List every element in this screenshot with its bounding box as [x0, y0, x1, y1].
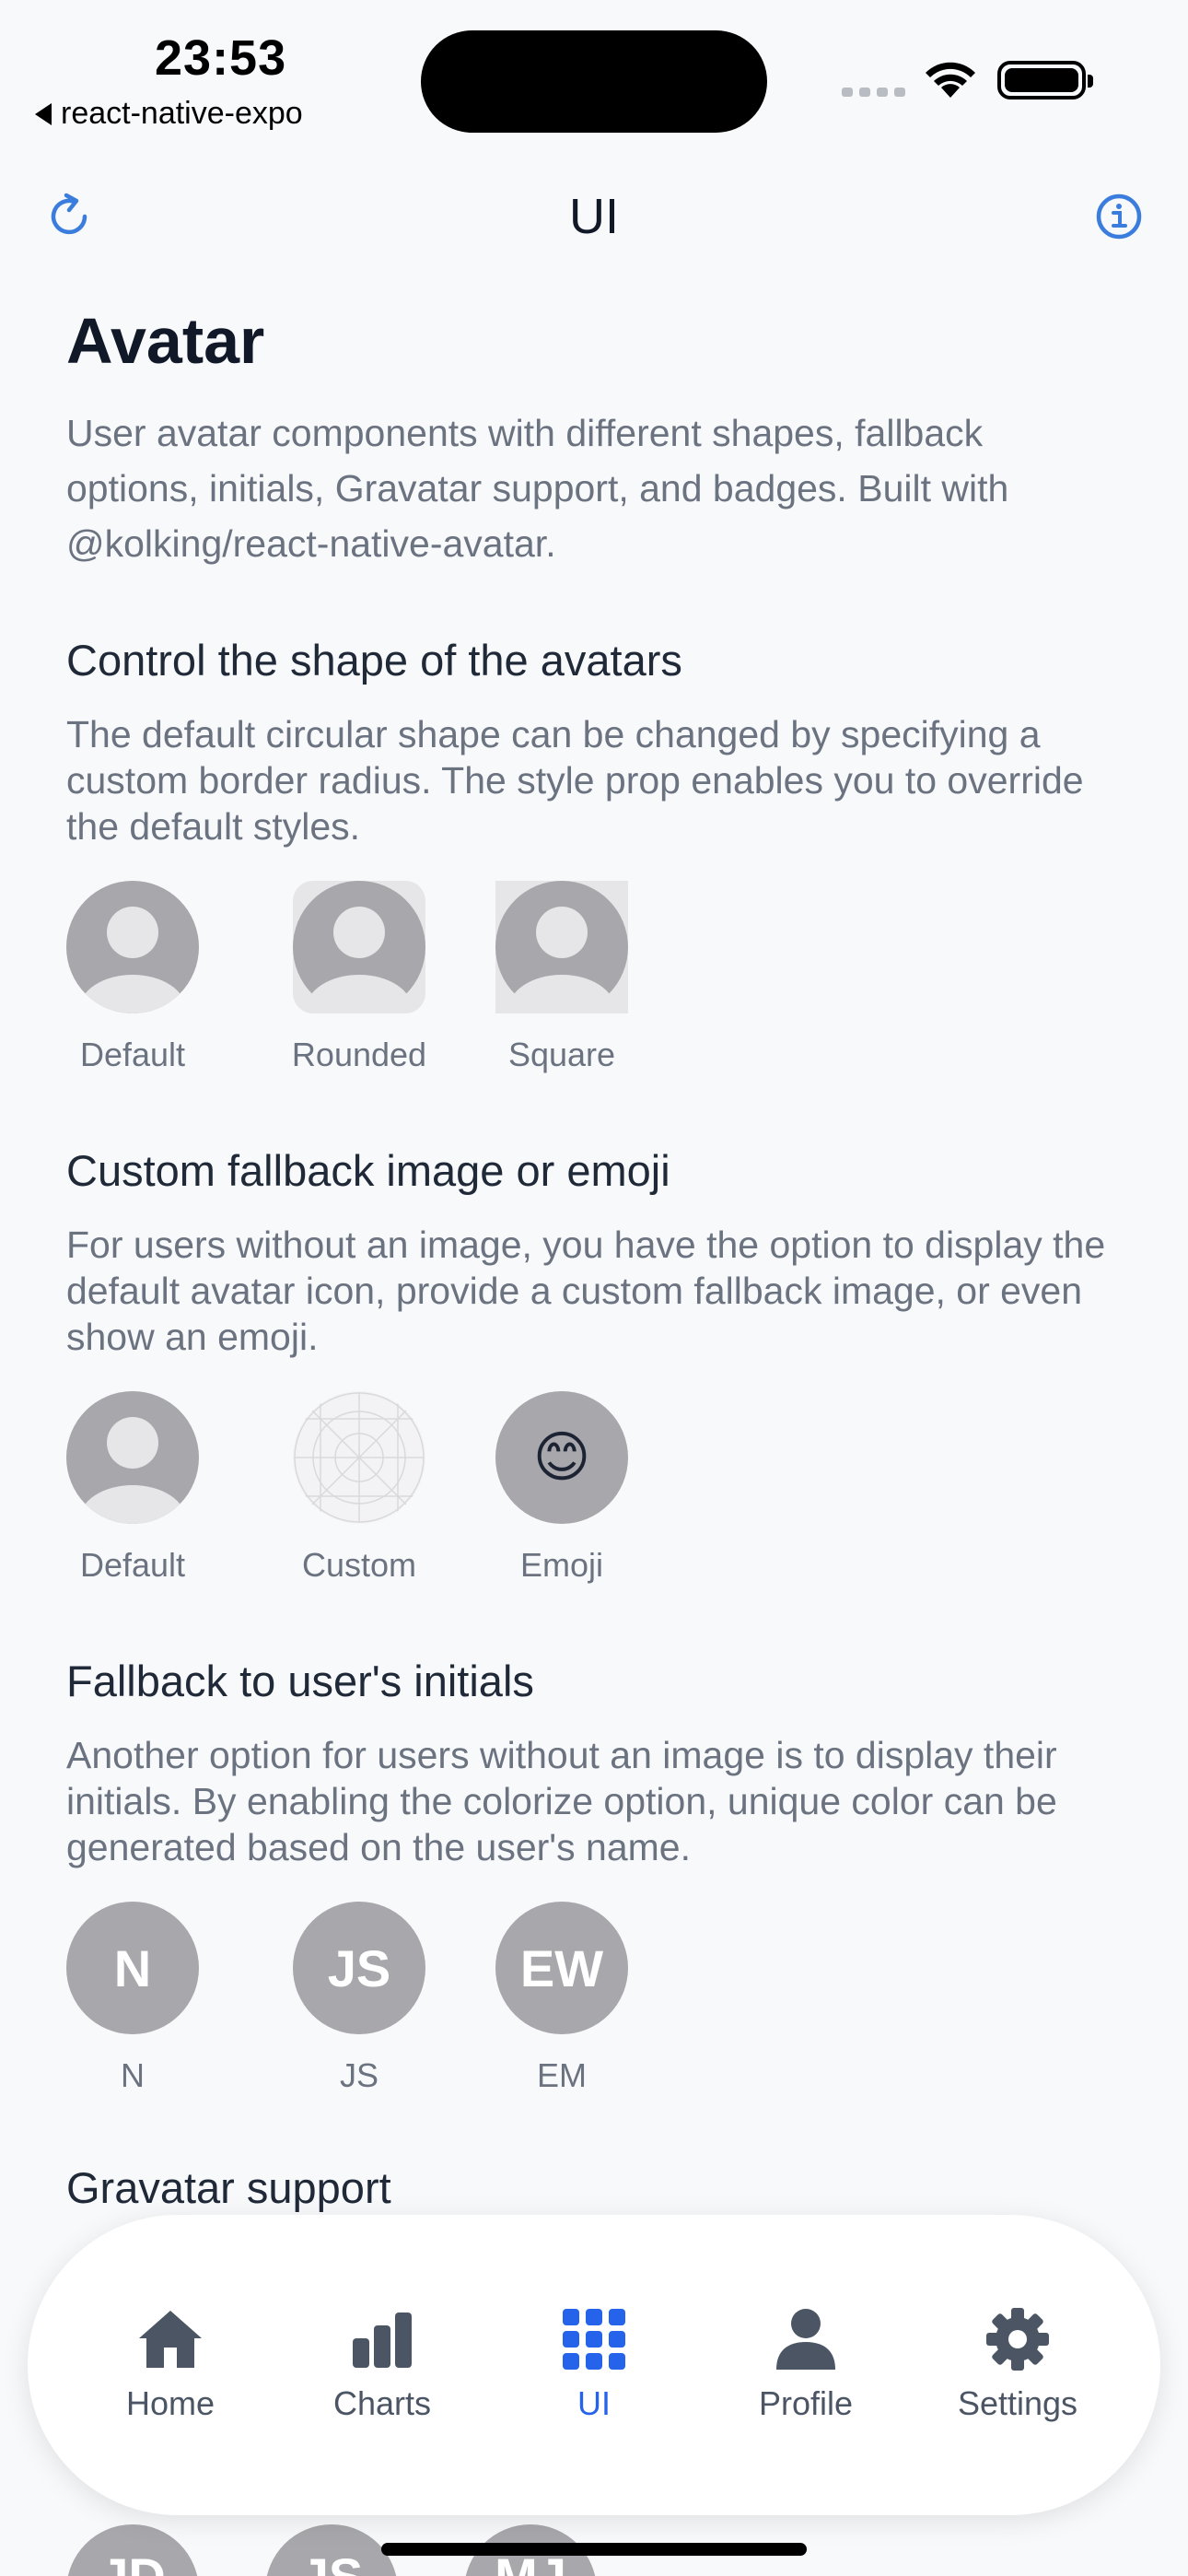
battery-icon [997, 61, 1093, 100]
avatar-item-emoji: 😊 Emoji [470, 1391, 654, 1585]
status-time: 23:53 [155, 30, 287, 86]
section-description: For users without an image, you have the… [66, 1224, 1106, 1358]
info-button[interactable] [1087, 184, 1151, 249]
avatar-item-initials: EW EM [470, 1902, 654, 2095]
emoji-smile-icon: 😊 [532, 1425, 591, 1490]
avatar-initials: JD [99, 2547, 166, 2576]
default-person-icon [293, 881, 425, 1013]
content-area: Avatar User avatar components with diffe… [66, 295, 1125, 2220]
avatar-label: EM [537, 2056, 587, 2094]
avatar-label: JS [339, 2056, 379, 2094]
gear-icon [986, 2308, 1049, 2371]
grid-icon [563, 2309, 625, 2370]
avatar: JD [66, 2524, 199, 2576]
avatar: 😊 [495, 1391, 628, 1524]
avatar: N [66, 1902, 199, 2034]
tab-ui[interactable]: UI [493, 2307, 695, 2423]
back-to-app-link[interactable]: react-native-expo [35, 96, 303, 132]
custom-fallback-image-icon [294, 1392, 425, 1523]
nav-header: UI [0, 175, 1188, 258]
avatar: JS [265, 2524, 398, 2576]
avatar: EW [495, 1902, 628, 2034]
tab-label: Home [125, 2384, 215, 2422]
cellular-signal-icon [842, 88, 905, 97]
tab-home[interactable]: Home [69, 2307, 272, 2423]
avatar-item-custom: Custom [267, 1391, 451, 1585]
section-description: Another option for users without an imag… [66, 1734, 1057, 1868]
back-app-label: react-native-expo [61, 96, 303, 131]
tab-charts[interactable]: Charts [281, 2307, 483, 2423]
status-bar: 23:53 react-native-expo [0, 0, 1188, 147]
avatar: JS [293, 1902, 425, 2034]
wifi-icon [926, 62, 975, 98]
default-person-icon [495, 881, 628, 1013]
person-icon [776, 2309, 835, 2370]
avatar-initials: EW [519, 1938, 604, 1997]
home-indicator[interactable] [381, 2543, 807, 2556]
section-shape: Control the shape of the avatars The def… [66, 628, 1125, 1074]
avatar-initials: JS [327, 1938, 391, 1997]
section-title: Gravatar support [66, 2163, 391, 2212]
avatar-label: Rounded [291, 1036, 427, 1073]
avatar-item-default: Default [66, 1391, 199, 1585]
tab-label: UI [577, 2384, 611, 2422]
avatar-initials: N [113, 1938, 152, 1997]
avatar-label: Default [79, 1546, 186, 1584]
tab-settings[interactable]: Settings [916, 2307, 1119, 2423]
section-description: The default circular shape can be change… [66, 713, 1084, 848]
default-person-icon [79, 907, 186, 1013]
avatar [293, 1391, 425, 1524]
avatar-item-square: Square [470, 881, 654, 1074]
avatar-item-initials: JS JS [267, 1902, 451, 2095]
default-person-icon [79, 1417, 186, 1524]
avatar-label: Custom [301, 1546, 417, 1584]
section-title: Fallback to user's initials [66, 1657, 534, 1705]
tab-profile[interactable]: Profile [705, 2307, 907, 2423]
avatar-item-default: Default [66, 881, 199, 1074]
page-intro: User avatar components with different sh… [66, 412, 1009, 565]
section-title: Control the shape of the avatars [66, 636, 682, 685]
section-gravatar: Gravatar support [66, 2156, 1125, 2220]
avatar-initials: JS [300, 2547, 364, 2576]
avatar [293, 881, 425, 1013]
page-title: Avatar [66, 305, 265, 377]
avatar-row: N N JS JS EW EM [66, 1902, 1125, 2095]
tab-label: Profile [758, 2384, 854, 2422]
back-arrow-icon [35, 102, 52, 125]
tab-label: Charts [332, 2384, 432, 2422]
home-icon [139, 2311, 202, 2368]
bar-chart-icon [353, 2313, 412, 2368]
avatar [66, 881, 199, 1013]
tab-label: Settings [957, 2384, 1078, 2422]
section-initials: Fallback to user's initials Another opti… [66, 1649, 1125, 2095]
avatar-label: N [121, 2056, 145, 2094]
dynamic-island [421, 30, 767, 133]
avatar-label: Default [79, 1036, 186, 1073]
avatar-row: Default Rounded Square [66, 881, 1125, 1074]
avatar [495, 881, 628, 1013]
avatar-item-initials: N N [66, 1902, 199, 2095]
info-icon [1096, 193, 1142, 240]
section-title: Custom fallback image or emoji [66, 1146, 670, 1195]
tab-bar: Home Charts UI Profile Settings [28, 2215, 1160, 2515]
avatar [66, 1391, 199, 1524]
avatar-row: Default Custom 😊 Emoji [66, 1391, 1125, 1585]
avatar-label: Emoji [519, 1546, 604, 1584]
avatar-item-rounded: Rounded [267, 881, 451, 1074]
avatar-label: Square [507, 1036, 616, 1073]
page-header-title: UI [569, 189, 619, 244]
section-fallback: Custom fallback image or emoji For users… [66, 1139, 1125, 1585]
